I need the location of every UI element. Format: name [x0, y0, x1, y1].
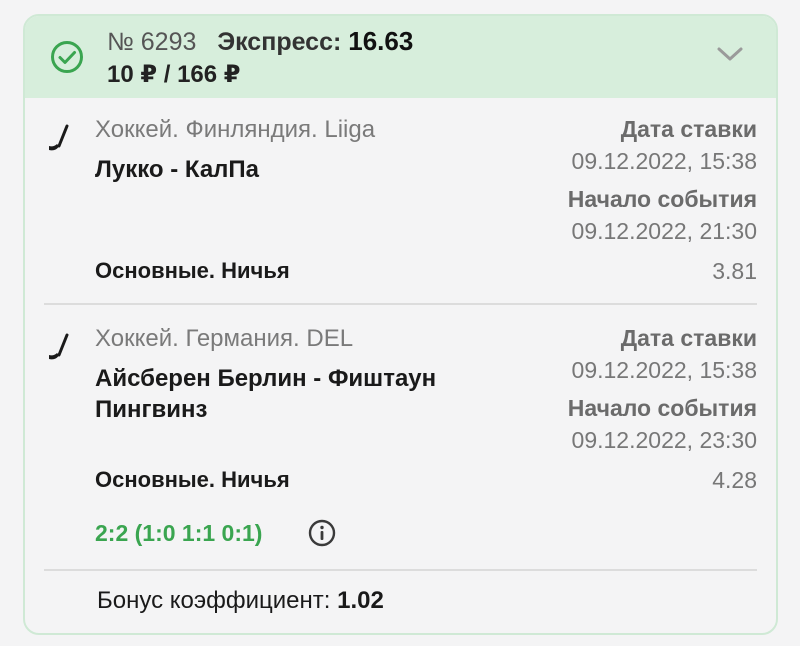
bet-type-label: Экспресс: [217, 28, 342, 56]
event-league: Хоккей. Финляндия. Liiga [95, 116, 376, 143]
bet-amounts: 10 ₽ / 166 ₽ [107, 61, 241, 88]
bonus-label: Бонус коэффициент: [97, 587, 331, 614]
event-start-value: 09.12.2022, 21:30 [571, 218, 757, 244]
event-league: Хоккей. Германия. DEL [95, 325, 354, 352]
event-start-label: Начало события [567, 186, 757, 212]
event-market: Основные. Ничья [95, 467, 290, 492]
bet-date-label: Дата ставки [620, 116, 757, 142]
event-item: Хоккей. Германия. DEL Айсберен Берлин - … [44, 307, 757, 571]
check-circle-icon [51, 41, 83, 73]
bet-number: № 6293 [107, 28, 197, 56]
event-market: Основные. Ничья [95, 258, 290, 283]
event-start-label: Начало события [567, 395, 757, 421]
event-odds: 4.28 [712, 467, 757, 493]
bet-coefficient: 16.63 [348, 26, 414, 56]
info-icon[interactable] [308, 519, 336, 547]
event-start-value: 09.12.2022, 23:30 [571, 427, 757, 453]
chevron-down-icon[interactable] [716, 44, 744, 64]
event-odds: 3.81 [712, 258, 757, 284]
bet-card: № 6293 Экспресс: 16.63 10 ₽ / 166 ₽ Хокк… [23, 14, 778, 635]
bet-header[interactable]: № 6293 Экспресс: 16.63 10 ₽ / 166 ₽ [25, 16, 776, 98]
bet-date-value: 09.12.2022, 15:38 [571, 357, 757, 383]
event-teams: Лукко - КалПа [95, 156, 260, 183]
bet-date-label: Дата ставки [620, 325, 757, 351]
event-teams: Айсберен Берлин - Фиштаун Пингвинз [95, 365, 437, 423]
bonus-coefficient: Бонус коэффициент: 1.02 [97, 587, 384, 615]
bet-date-value: 09.12.2022, 15:38 [571, 148, 757, 174]
event-score: 2:2 (1:0 1:1 0:1) [95, 520, 263, 546]
hockey-stick-icon [49, 333, 69, 360]
bet-title: № 6293 Экспресс: 16.63 [107, 26, 413, 57]
bonus-value: 1.02 [337, 587, 384, 614]
hockey-stick-icon [49, 124, 69, 151]
